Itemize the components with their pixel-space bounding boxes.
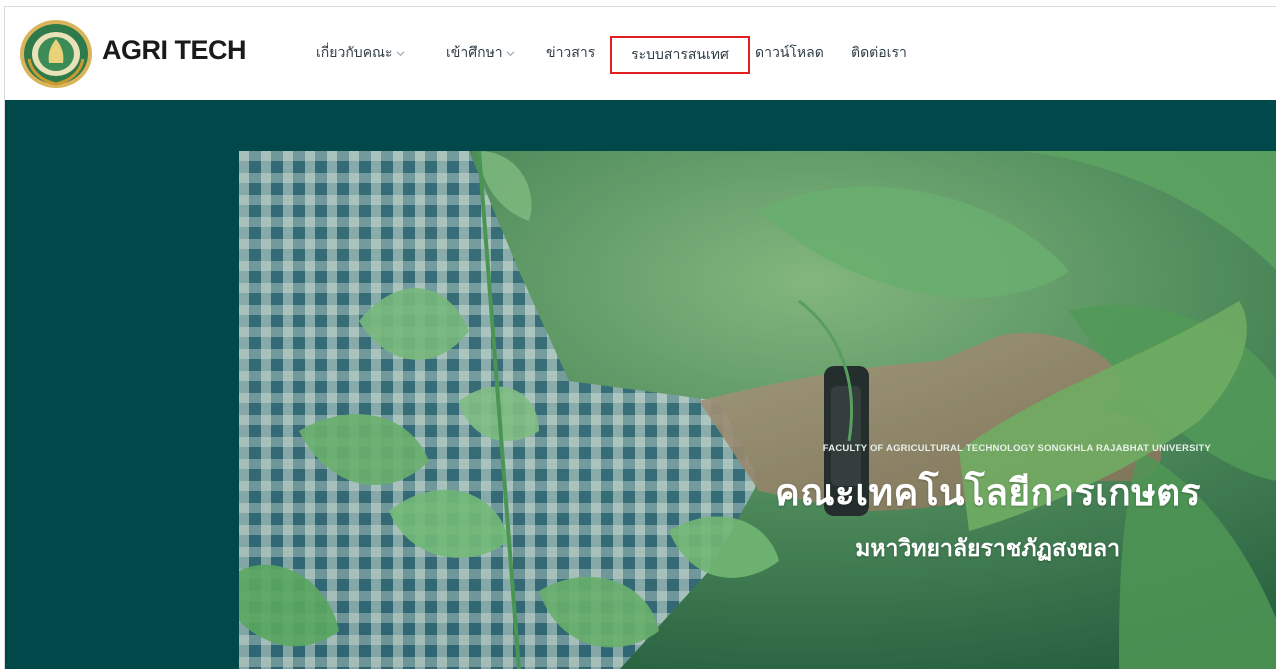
brand-name[interactable]: AGRI TECH (102, 35, 247, 66)
hero-university: มหาวิทยาลัยราชภัฏสงขลา (855, 536, 1120, 562)
nav-item-label: ติดต่อเรา (851, 45, 907, 61)
chevron-down-icon (506, 50, 515, 56)
nav-item-label: เข้าศึกษา (446, 45, 503, 61)
nav-item-label: ข่าวสาร (546, 45, 596, 61)
hero-banner-image: FACULTY OF AGRICULTURAL TECHNOLOGY SONGK… (239, 151, 1276, 669)
nav-item-download[interactable]: ดาวน์โหลด (755, 39, 824, 67)
hero-title: คณะเทคโนโลยีการเกษตร (774, 471, 1201, 514)
nav-item-information-system[interactable]: ระบบสารสนเทศ (610, 36, 750, 74)
site-header: AGRI TECH เกี่ยวกับคณะ เข้าศึกษา ข่าวสาร… (5, 7, 1276, 100)
nav-item-label: เกี่ยวกับคณะ (316, 45, 393, 61)
hero-tint-overlay (239, 151, 1276, 669)
faculty-seal-logo[interactable] (19, 19, 93, 89)
nav-item-label: ดาวน์โหลด (755, 45, 824, 61)
nav-item-contact[interactable]: ติดต่อเรา (851, 39, 907, 67)
nav-item-news[interactable]: ข่าวสาร (546, 39, 595, 67)
browser-viewport: AGRI TECH เกี่ยวกับคณะ เข้าศึกษา ข่าวสาร… (4, 6, 1276, 669)
hero-subtitle: FACULTY OF AGRICULTURAL TECHNOLOGY SONGK… (822, 443, 1211, 454)
nav-item-admission[interactable]: เข้าศึกษา (446, 39, 515, 67)
nav-item-label: ระบบสารสนเทศ (631, 47, 729, 63)
chevron-down-icon (396, 50, 405, 56)
nav-item-about[interactable]: เกี่ยวกับคณะ (316, 39, 405, 67)
